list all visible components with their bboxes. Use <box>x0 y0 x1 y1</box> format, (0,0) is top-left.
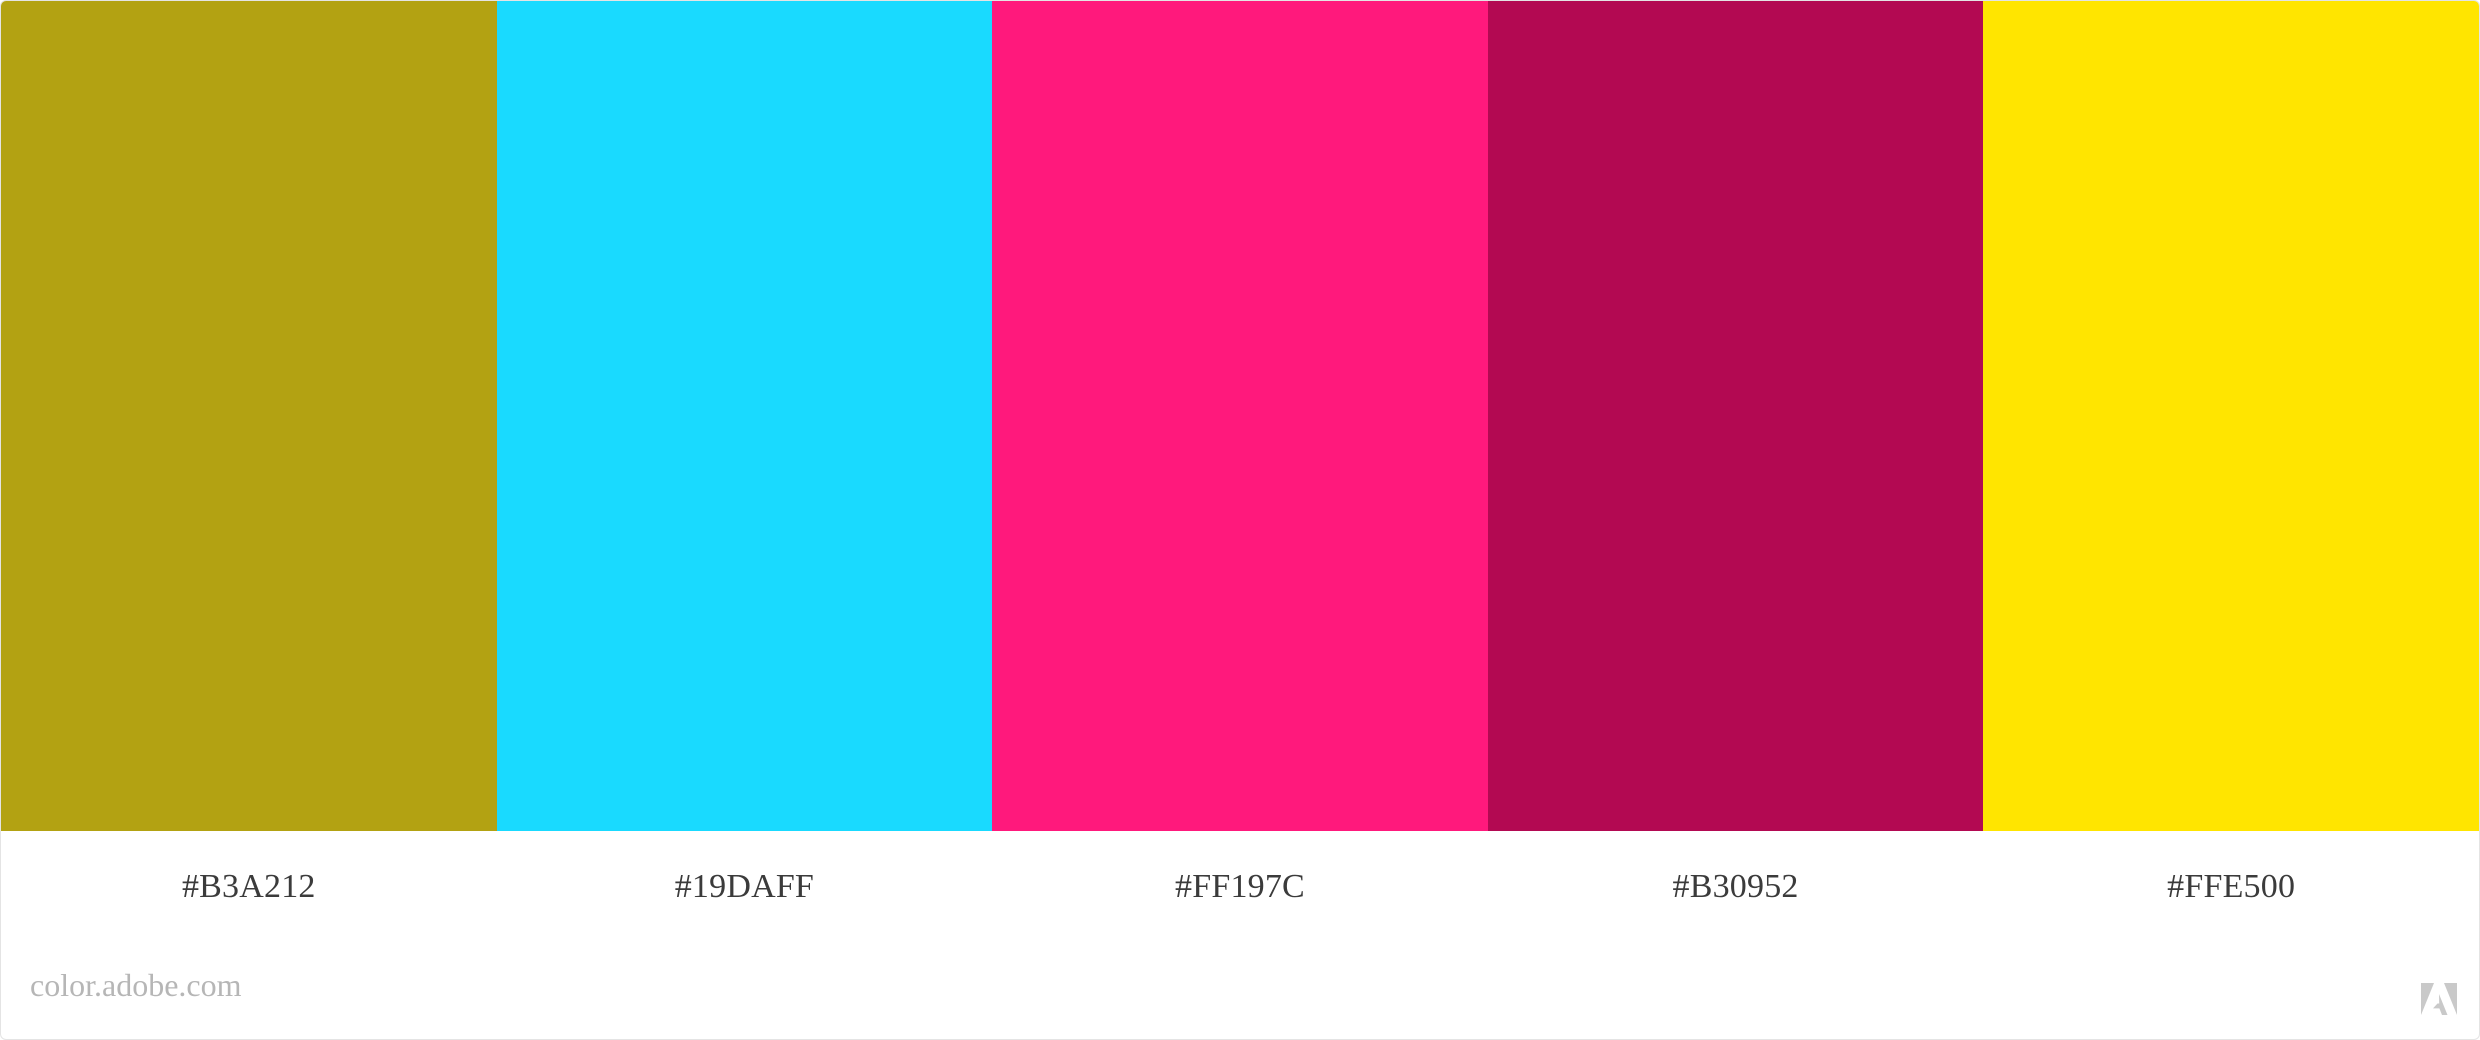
swatch-5[interactable] <box>1983 1 2479 831</box>
swatch-1[interactable] <box>1 1 497 831</box>
adobe-logo-icon <box>2421 983 2457 1015</box>
hex-label-3: #FF197C <box>1175 868 1305 905</box>
hex-label-4: #B30952 <box>1672 868 1799 905</box>
swatch-row <box>1 1 2479 831</box>
swatch-4[interactable] <box>1487 1 1984 831</box>
site-url-text: color.adobe.com <box>30 967 242 1003</box>
hex-label-5: #FFE500 <box>2167 868 2296 905</box>
swatch-2[interactable] <box>496 1 993 831</box>
hex-label-row: #B3A212 #19DAFF #FF197C #B30952 #FFE500 <box>1 831 2479 957</box>
swatch-3[interactable] <box>992 1 1488 831</box>
hex-label-2: #19DAFF <box>674 868 815 905</box>
hex-label-1: #B3A212 <box>181 868 316 905</box>
palette-card: #B3A212 #19DAFF #FF197C #B30952 #FFE500 … <box>0 0 2480 1040</box>
